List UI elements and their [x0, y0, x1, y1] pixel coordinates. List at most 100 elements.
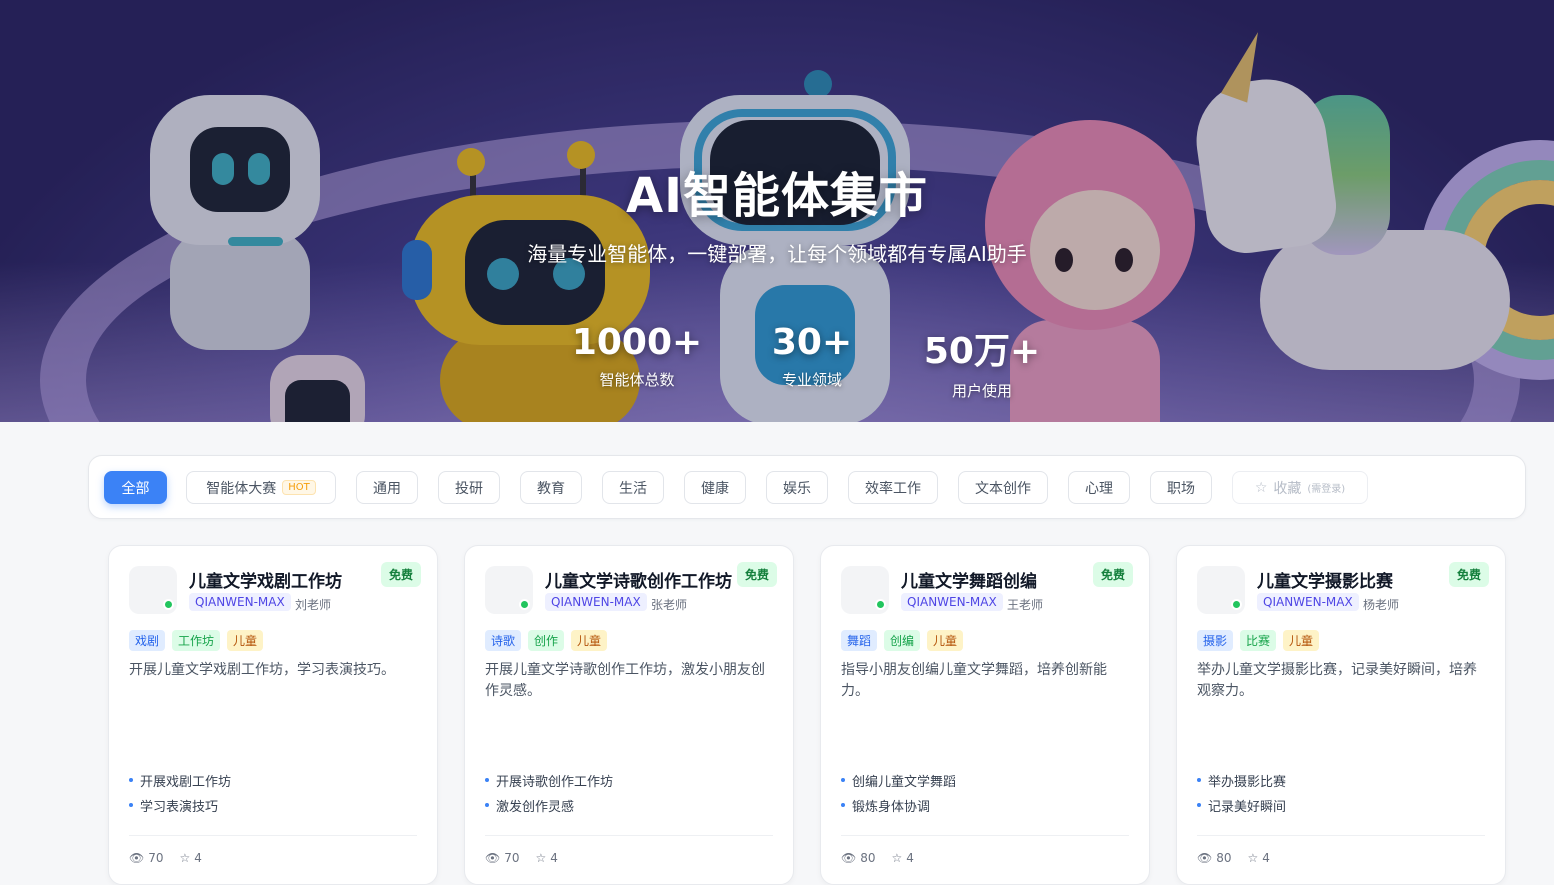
filter-psychology[interactable]: 心理 [1068, 471, 1130, 504]
agent-card[interactable]: 儿童文学诗歌创作工作坊 免费 QIANWEN-MAX 张老师 诗歌 创作 儿童 … [464, 545, 794, 885]
stars: ☆ 4 [180, 851, 202, 865]
filter-favorites-label: 收藏 [1273, 480, 1302, 497]
filter-favorites[interactable]: ☆ 收藏 (需登录) [1232, 471, 1368, 504]
agent-author: 王老师 [1007, 598, 1044, 612]
agent-card[interactable]: 儿童文学摄影比赛 免费 QIANWEN-MAX 杨老师 摄影 比赛 儿童 举办儿… [1176, 545, 1506, 885]
eye-icon: 👁 [485, 851, 501, 865]
tag: 儿童 [571, 630, 608, 651]
views: 👁 70 [485, 851, 520, 865]
agent-description: 举办儿童文学摄影比赛，记录美好瞬间，培养观察力。 [1197, 662, 1477, 699]
card-stats: 👁 80 ☆ 4 [1197, 851, 1270, 865]
free-badge: 免费 [1092, 562, 1133, 587]
card-stats: 👁 70 ☆ 4 [485, 851, 558, 865]
star-icon: ☆ [891, 851, 903, 865]
eye-icon: 👁 [1197, 851, 1213, 865]
stat-value: 50万+ [923, 331, 1041, 372]
divider [1197, 835, 1485, 836]
stars-count: 4 [194, 851, 202, 865]
feature-item: 学习表演技巧 [129, 796, 231, 815]
model-badge: QIANWEN-MAX [545, 593, 647, 611]
filter-education[interactable]: 教育 [520, 471, 582, 504]
filter-entertainment[interactable]: 娱乐 [766, 471, 828, 504]
tag: 戏剧 [129, 630, 166, 651]
model-badge: QIANWEN-MAX [189, 593, 291, 611]
star-outline-icon: ☆ [1254, 479, 1268, 496]
views: 👁 70 [129, 851, 164, 865]
filter-life[interactable]: 生活 [602, 471, 664, 504]
hero-title: AI智能体集市 [625, 168, 928, 224]
views: 👁 80 [841, 851, 876, 865]
tag: 摄影 [1197, 630, 1234, 651]
views-count: 80 [1216, 851, 1232, 865]
star-icon: ☆ [1247, 851, 1259, 865]
tag: 工作坊 [172, 630, 221, 651]
filter-career[interactable]: 职场 [1150, 471, 1212, 504]
tag: 比赛 [1240, 630, 1277, 651]
agent-title: 儿童文学戏剧工作坊 [189, 572, 342, 592]
feature-list: 开展戏剧工作坊 学习表演技巧 [129, 771, 231, 821]
agent-description: 开展儿童文学戏剧工作坊，学习表演技巧。 [129, 662, 395, 678]
agent-author: 刘老师 [295, 598, 332, 612]
stars-count: 4 [550, 851, 558, 865]
hero-banner: AI智能体集市 海量专业智能体，一键部署，让每个领域都有专属AI助手 1000+… [0, 0, 1554, 422]
stat-users: 50万+ 用户使用 [882, 322, 1082, 401]
agent-card[interactable]: 儿童文学舞蹈创编 免费 QIANWEN-MAX 王老师 舞蹈 创编 儿童 指导小… [820, 545, 1150, 885]
views: 👁 80 [1197, 851, 1232, 865]
filter-contest-label: 智能体大赛 [206, 480, 277, 497]
online-status-dot [519, 599, 530, 610]
filter-contest[interactable]: 智能体大赛 HOT [186, 471, 336, 504]
filter-efficiency[interactable]: 效率工作 [848, 471, 938, 504]
feature-item: 激发创作灵感 [485, 796, 613, 815]
feature-list: 开展诗歌创作工作坊 激发创作灵感 [485, 771, 613, 821]
stars-count: 4 [906, 851, 914, 865]
filter-health[interactable]: 健康 [684, 471, 746, 504]
views-count: 70 [504, 851, 520, 865]
star-icon: ☆ [179, 851, 191, 865]
feature-item: 创编儿童文学舞蹈 [841, 771, 956, 790]
views-count: 80 [860, 851, 876, 865]
tag: 创编 [884, 630, 921, 651]
free-badge: 免费 [1448, 562, 1489, 587]
tag-list: 戏剧 工作坊 儿童 [129, 630, 264, 651]
agent-card[interactable]: 儿童文学戏剧工作坊 免费 QIANWEN-MAX 刘老师 戏剧 工作坊 儿童 开… [108, 545, 438, 885]
feature-item: 开展诗歌创作工作坊 [485, 771, 613, 790]
tag: 舞蹈 [841, 630, 878, 651]
card-stats: 👁 80 ☆ 4 [841, 851, 914, 865]
divider [841, 835, 1129, 836]
filter-all[interactable]: 全部 [104, 471, 167, 504]
card-stats: 👁 70 ☆ 4 [129, 851, 202, 865]
model-badge: QIANWEN-MAX [1257, 593, 1359, 611]
stars: ☆ 4 [1248, 851, 1270, 865]
stars-count: 4 [1262, 851, 1270, 865]
model-badge: QIANWEN-MAX [901, 593, 1003, 611]
agent-title: 儿童文学摄影比赛 [1257, 572, 1393, 592]
agent-title: 儿童文学诗歌创作工作坊 [545, 572, 732, 592]
tag-list: 舞蹈 创编 儿童 [841, 630, 964, 651]
tag: 儿童 [227, 630, 264, 651]
tag: 创作 [528, 630, 565, 651]
tag: 儿童 [927, 630, 964, 651]
stat-label: 用户使用 [951, 382, 1012, 400]
feature-item: 锻炼身体协调 [841, 796, 956, 815]
eye-icon: 👁 [841, 851, 857, 865]
tag: 诗歌 [485, 630, 522, 651]
feature-list: 创编儿童文学舞蹈 锻炼身体协调 [841, 771, 956, 821]
free-badge: 免费 [380, 562, 421, 587]
stars: ☆ 4 [536, 851, 558, 865]
agent-description: 指导小朋友创编儿童文学舞蹈，培养创新能力。 [841, 662, 1107, 699]
stat-total-agents: 1000+ 智能体总数 [537, 322, 737, 390]
filter-research[interactable]: 投研 [438, 471, 500, 504]
divider [485, 835, 773, 836]
stat-label: 智能体总数 [599, 371, 675, 389]
online-status-dot [1231, 599, 1242, 610]
category-filter-bar: 全部 智能体大赛 HOT 通用 投研 教育 生活 健康 娱乐 效率工作 文本创作… [88, 455, 1526, 519]
filter-general[interactable]: 通用 [356, 471, 418, 504]
eye-icon: 👁 [129, 851, 145, 865]
hot-badge: HOT [282, 480, 316, 495]
feature-item: 记录美好瞬间 [1197, 796, 1286, 815]
tag-list: 诗歌 创作 儿童 [485, 630, 608, 651]
divider [129, 835, 417, 836]
filter-writing[interactable]: 文本创作 [958, 471, 1048, 504]
online-status-dot [163, 599, 174, 610]
login-required-hint: (需登录) [1307, 484, 1346, 495]
